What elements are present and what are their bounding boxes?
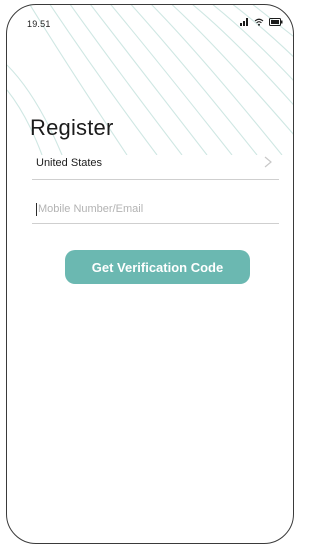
- phone-frame: 19.51 Register United States Mobile Numb…: [6, 4, 294, 544]
- status-time: 19.51: [27, 19, 51, 29]
- text-cursor: [36, 203, 37, 216]
- account-field-row: [32, 193, 279, 224]
- battery-icon: [269, 18, 283, 26]
- signal-icon: [240, 18, 249, 26]
- wifi-icon: [254, 18, 264, 26]
- account-input[interactable]: [38, 200, 268, 218]
- chevron-right-icon: [263, 155, 273, 174]
- get-verification-code-button[interactable]: Get Verification Code: [65, 250, 250, 284]
- country-selector[interactable]: United States: [32, 149, 279, 180]
- page-title: Register: [30, 115, 114, 140]
- status-bar: 19.51: [7, 5, 293, 33]
- country-value: United States: [36, 157, 103, 169]
- status-icons: [240, 18, 283, 26]
